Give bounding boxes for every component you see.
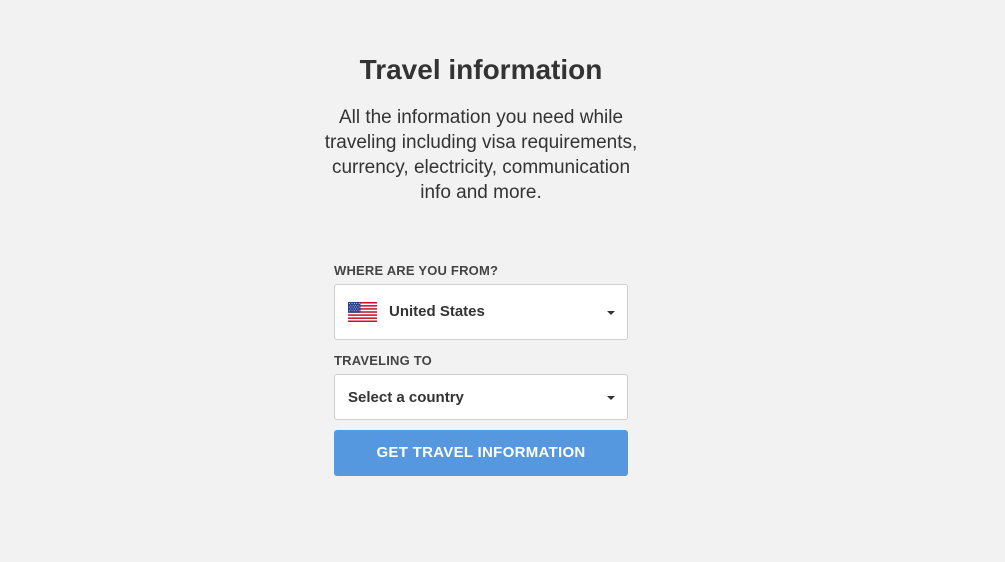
- to-country-label: TRAVELING TO: [334, 353, 432, 368]
- page-description: All the information you need while trave…: [324, 107, 638, 203]
- page-title: Travel information: [359, 54, 603, 85]
- chevron-down-icon: [607, 311, 615, 315]
- us-flag-icon: [348, 302, 377, 322]
- to-country-select[interactable]: Select a country: [334, 374, 628, 420]
- chevron-down-icon: [607, 396, 615, 400]
- get-travel-information-button[interactable]: GET TRAVEL INFORMATION: [334, 430, 628, 476]
- to-country-placeholder: Select a country: [348, 389, 464, 406]
- from-country-label: WHERE ARE YOU FROM?: [334, 263, 499, 278]
- from-country-value: United States: [389, 303, 485, 320]
- from-country-select[interactable]: United States: [334, 284, 628, 340]
